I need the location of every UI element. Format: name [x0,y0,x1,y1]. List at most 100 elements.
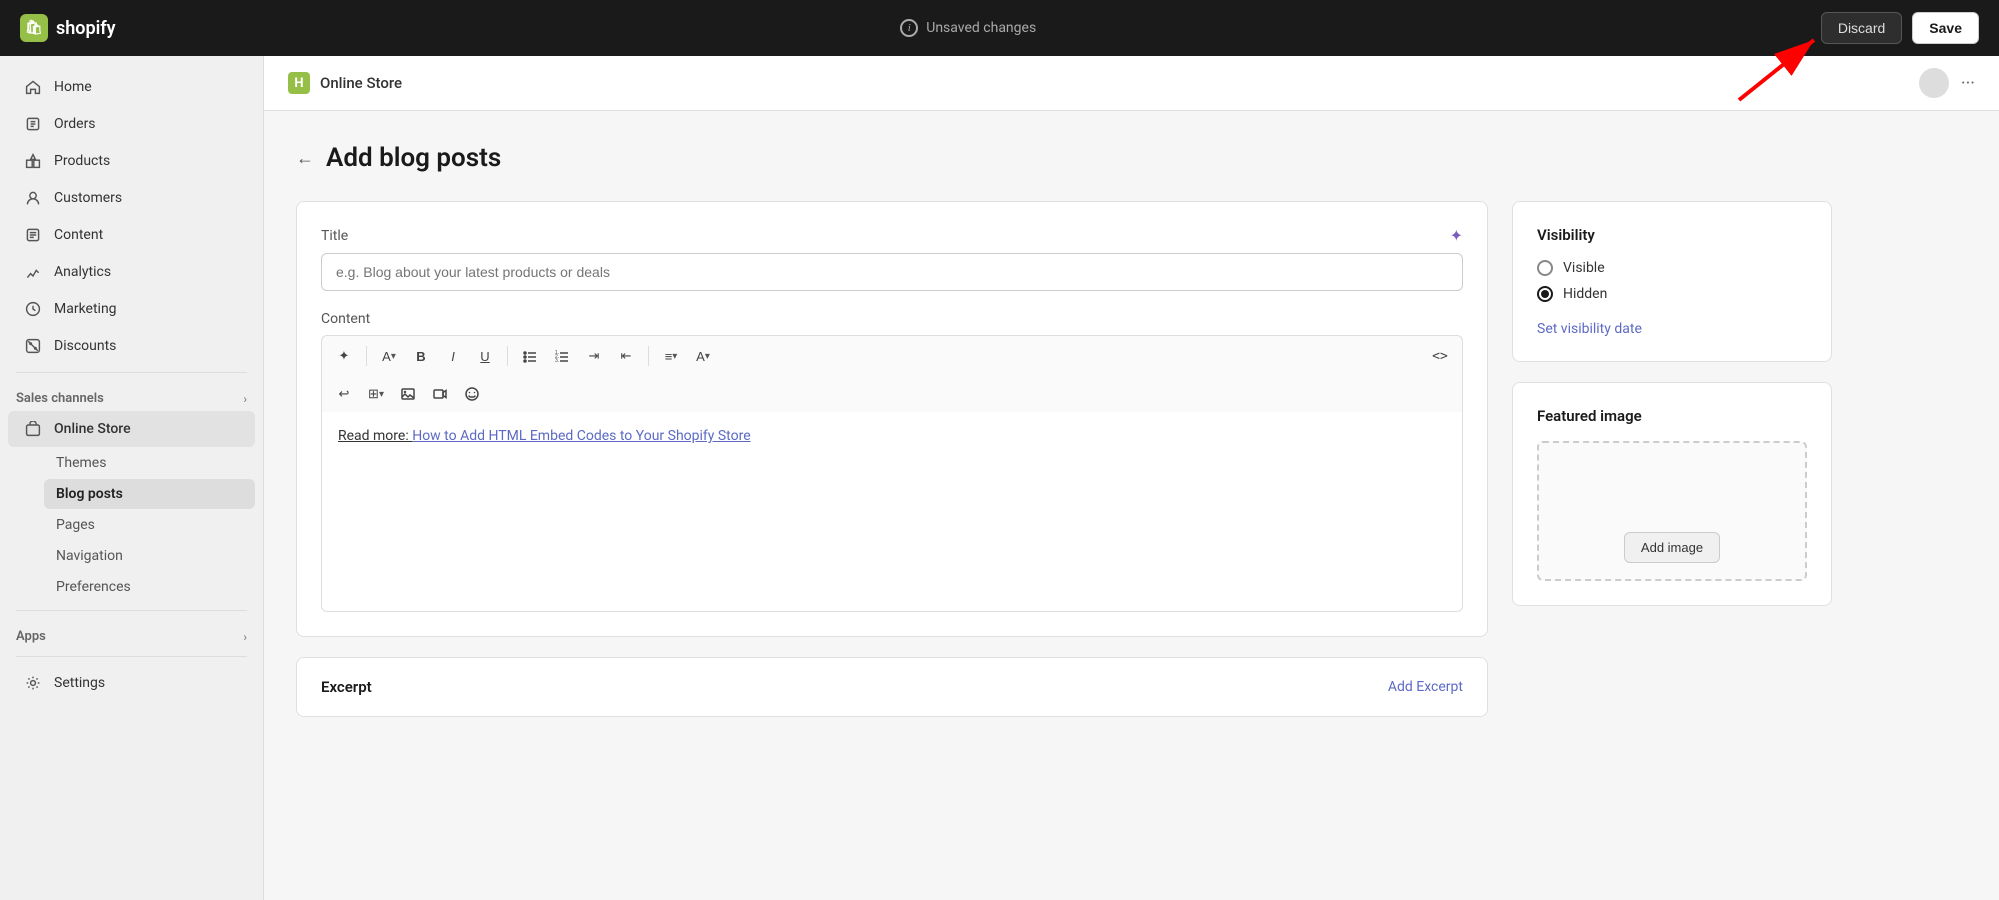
embed-codes-link[interactable]: How to Add HTML Embed Codes to Your Shop… [412,428,750,444]
table-btn[interactable]: ⊞▾ [362,380,390,408]
ai-sparkle-icon[interactable]: ✦ [1450,226,1463,245]
visibility-radio-group: Visible Hidden [1537,260,1807,302]
sidebar-item-customers[interactable]: Customers [8,180,255,216]
font-btn[interactable]: A▾ [375,342,403,370]
subnav-navigation[interactable]: Navigation [44,541,255,571]
store-header-left: H Online Store [288,72,402,94]
sidebar-item-online-store[interactable]: Online Store [8,411,255,447]
discard-button[interactable]: Discard [1821,12,1902,44]
blog-editor-card: Title ✦ Content ✦ A▾ B [296,201,1488,637]
content-label-text: Content [321,311,370,327]
side-column: Visibility Visible Hidden Set visibi [1512,201,1832,606]
undo-btn[interactable]: ↩ [330,380,358,408]
themes-label: Themes [56,455,106,471]
add-excerpt-button[interactable]: Add Excerpt [1388,679,1463,695]
align-btn[interactable]: ≡▾ [657,342,685,370]
toolbar-sep-3 [648,346,649,366]
editor-toolbar-row2: ↩ ⊞▾ [321,376,1463,412]
italic-btn[interactable]: I [439,342,467,370]
sidebar-item-marketing[interactable]: Marketing [8,291,255,327]
products-label: Products [54,153,110,169]
emoji-btn[interactable] [458,380,486,408]
topbar-actions: Discard Save [1821,12,1979,44]
subnav-themes[interactable]: Themes [44,448,255,478]
add-image-button[interactable]: Add image [1624,532,1720,563]
indent-btn[interactable]: ⇥ [580,342,608,370]
toolbar-sep-2 [507,346,508,366]
video-btn[interactable] [426,380,454,408]
discounts-label: Discounts [54,338,116,354]
hidden-radio[interactable] [1537,286,1553,302]
subnav-blog-posts[interactable]: Blog posts [44,479,255,509]
set-visibility-date-link[interactable]: Set visibility date [1537,321,1642,337]
text-color-btn[interactable]: A▾ [689,342,717,370]
info-icon: i [900,19,918,37]
orders-icon [24,115,42,133]
apps-chevron-icon: › [243,630,247,644]
page-title-row: ← Add blog posts [296,143,1832,173]
store-logo-icon: H [288,72,310,94]
hidden-label: Hidden [1563,286,1607,302]
title-field-label: Title ✦ [321,226,1463,245]
marketing-label: Marketing [54,301,117,317]
marketing-icon [24,300,42,318]
store-header-right: ··· [1919,68,1975,98]
content-field-label: Content [321,311,1463,327]
unordered-list-btn[interactable] [516,342,544,370]
image-btn[interactable] [394,380,422,408]
online-store-label: Online Store [54,421,131,437]
ai-toolbar-btn[interactable]: ✦ [330,342,358,370]
sidebar-item-orders[interactable]: Orders [8,106,255,142]
outdent-btn[interactable]: ⇤ [612,342,640,370]
more-options-icon[interactable]: ··· [1961,73,1975,94]
editor-body[interactable]: Read more: How to Add HTML Embed Codes t… [321,412,1463,612]
preferences-label: Preferences [56,579,131,595]
subnav-preferences[interactable]: Preferences [44,572,255,602]
blog-posts-label: Blog posts [56,486,123,502]
store-header: H Online Store ··· [264,56,1999,111]
sidebar-item-discounts[interactable]: Discounts [8,328,255,364]
excerpt-card: Excerpt Add Excerpt [296,657,1488,717]
two-col-layout: Title ✦ Content ✦ A▾ B [296,201,1832,717]
settings-icon [24,674,42,692]
sidebar-item-analytics[interactable]: Analytics [8,254,255,290]
image-upload-area[interactable]: Add image [1537,441,1807,581]
visible-radio[interactable] [1537,260,1553,276]
sidebar-divider-2 [16,610,247,611]
online-store-subnav: Themes Blog posts Pages Navigation Prefe… [0,448,263,602]
chevron-right-icon: › [243,392,247,406]
settings-label: Settings [54,675,105,691]
hidden-option[interactable]: Hidden [1537,286,1807,302]
source-btn[interactable]: <> [1426,342,1454,370]
apps-section[interactable]: Apps › [0,619,263,648]
sidebar-nav: Home Orders [0,56,263,714]
home-label: Home [54,79,92,95]
back-arrow-button[interactable]: ← [296,148,314,169]
ordered-list-btn[interactable]: 1. 2. 3. [548,342,576,370]
orders-label: Orders [54,116,96,132]
editor-content: Read more: How to Add HTML Embed Codes t… [338,428,1446,444]
svg-text:3.: 3. [555,358,559,363]
sidebar-item-content[interactable]: Content [8,217,255,253]
main-column: Title ✦ Content ✦ A▾ B [296,201,1488,717]
sidebar-item-settings[interactable]: Settings [8,665,255,701]
content-label: Content [54,227,103,243]
bold-btn[interactable]: B [407,342,435,370]
shopify-bag-icon: 🛍 [20,14,48,42]
visible-option[interactable]: Visible [1537,260,1807,276]
read-more-prefix: Read more: [338,428,412,444]
excerpt-header: Excerpt Add Excerpt [321,678,1463,696]
sidebar-item-products[interactable]: Products [8,143,255,179]
sidebar: Home Orders [0,56,264,900]
underline-btn[interactable]: U [471,342,499,370]
title-input[interactable] [321,253,1463,291]
visibility-title: Visibility [1537,226,1807,244]
subnav-pages[interactable]: Pages [44,510,255,540]
sidebar-item-home[interactable]: Home [8,69,255,105]
unsaved-changes-label: Unsaved changes [926,20,1036,36]
save-button[interactable]: Save [1912,12,1979,44]
sales-channels-section[interactable]: Sales channels › [0,381,263,410]
home-icon [24,78,42,96]
online-store-icon [24,420,42,438]
sidebar-divider-1 [16,372,247,373]
